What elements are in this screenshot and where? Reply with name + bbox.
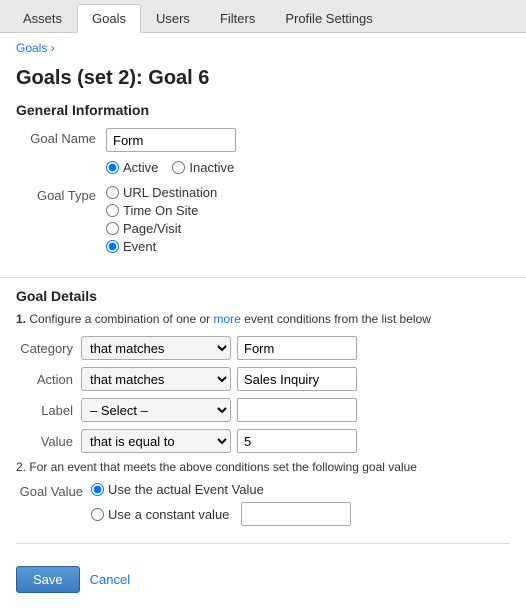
inactive-option[interactable]: Inactive bbox=[172, 160, 234, 175]
page-title: Goals (set 2): Goal 6 bbox=[0, 63, 526, 102]
action-value-input[interactable] bbox=[237, 367, 357, 391]
general-info-section: General Information Goal Name Active Ina… bbox=[0, 102, 526, 278]
goal-type-url-label: URL Destination bbox=[123, 185, 217, 200]
goal-name-label: Goal Name bbox=[16, 128, 106, 146]
goal-name-row: Goal Name bbox=[16, 128, 510, 152]
category-select[interactable]: that matches that does not match contain… bbox=[81, 336, 231, 360]
label-value-input[interactable] bbox=[237, 398, 357, 422]
tab-users[interactable]: Users bbox=[141, 4, 205, 33]
value-row: Value that is equal to that is greater t… bbox=[16, 429, 510, 453]
save-button[interactable]: Save bbox=[16, 566, 80, 593]
label-select[interactable]: – Select – that matches that does not ma… bbox=[81, 398, 231, 422]
goal-type-row: Goal Type URL Destination Time On Site P… bbox=[16, 185, 510, 257]
goal-details-title: Goal Details bbox=[16, 288, 510, 304]
inactive-label: Inactive bbox=[189, 160, 234, 175]
active-option[interactable]: Active bbox=[106, 160, 158, 175]
goal-value-label: Goal Value bbox=[16, 482, 91, 499]
button-row: Save Cancel bbox=[0, 554, 526, 605]
instruction-1: 1. Configure a combination of one or mor… bbox=[16, 312, 510, 326]
action-row: Action that matches that does not match … bbox=[16, 367, 510, 391]
divider bbox=[16, 543, 510, 544]
value-value-input[interactable] bbox=[237, 429, 357, 453]
use-event-value-option: Use the actual Event Value bbox=[91, 482, 510, 497]
tab-filters[interactable]: Filters bbox=[205, 4, 270, 33]
goal-type-event-label: Event bbox=[123, 239, 156, 254]
goal-type-event-radio[interactable] bbox=[106, 240, 119, 253]
use-constant-value-text: Use a constant value bbox=[108, 507, 229, 522]
use-event-value-text: Use the actual Event Value bbox=[108, 482, 264, 497]
action-select[interactable]: that matches that does not match contain… bbox=[81, 367, 231, 391]
label-row: Label – Select – that matches that does … bbox=[16, 398, 510, 422]
use-constant-value-option: Use a constant value bbox=[91, 502, 510, 526]
category-value-input[interactable] bbox=[237, 336, 357, 360]
use-event-value-label[interactable]: Use the actual Event Value bbox=[91, 482, 264, 497]
goal-type-page-radio[interactable] bbox=[106, 222, 119, 235]
constant-value-input[interactable] bbox=[241, 502, 351, 526]
goal-type-url-radio[interactable] bbox=[106, 186, 119, 199]
status-controls: Active Inactive bbox=[106, 160, 510, 175]
goal-type-time-radio[interactable] bbox=[106, 204, 119, 217]
goal-details-section: Goal Details 1. Configure a combination … bbox=[0, 288, 526, 543]
action-label: Action bbox=[16, 372, 81, 387]
active-radio[interactable] bbox=[106, 161, 119, 174]
tab-profile-settings[interactable]: Profile Settings bbox=[270, 4, 387, 33]
instruction-1-num: 1. bbox=[16, 312, 26, 326]
goal-type-time[interactable]: Time On Site bbox=[106, 203, 510, 218]
value-select[interactable]: that is equal to that is greater than th… bbox=[81, 429, 231, 453]
goal-name-input[interactable] bbox=[106, 128, 236, 152]
use-constant-value-label[interactable]: Use a constant value bbox=[91, 507, 229, 522]
goal-type-event[interactable]: Event bbox=[106, 239, 510, 254]
goal-type-label: Goal Type bbox=[16, 185, 106, 203]
general-info-title: General Information bbox=[16, 102, 510, 118]
instruction-1-more: more bbox=[213, 312, 240, 326]
nav-tabs: Assets Goals Users Filters Profile Setti… bbox=[0, 0, 526, 33]
value-label: Value bbox=[16, 434, 81, 449]
inactive-radio[interactable] bbox=[172, 161, 185, 174]
use-event-value-radio[interactable] bbox=[91, 483, 104, 496]
tab-goals[interactable]: Goals bbox=[77, 4, 141, 33]
label-label: Label bbox=[16, 403, 81, 418]
status-row: Active Inactive bbox=[16, 160, 510, 177]
category-row: Category that matches that does not matc… bbox=[16, 336, 510, 360]
goal-type-page[interactable]: Page/Visit bbox=[106, 221, 510, 236]
goal-name-controls bbox=[106, 128, 510, 152]
breadcrumb-link[interactable]: Goals bbox=[16, 41, 47, 55]
cancel-button[interactable]: Cancel bbox=[90, 567, 130, 592]
tab-assets[interactable]: Assets bbox=[8, 4, 77, 33]
goal-value-row: Goal Value Use the actual Event Value Us… bbox=[16, 482, 510, 531]
category-label: Category bbox=[16, 341, 81, 356]
goal-value-options: Use the actual Event Value Use a constan… bbox=[91, 482, 510, 531]
instruction-2: 2. For an event that meets the above con… bbox=[16, 460, 510, 474]
breadcrumb: Goals › bbox=[0, 33, 526, 63]
goal-type-page-label: Page/Visit bbox=[123, 221, 181, 236]
goal-type-url[interactable]: URL Destination bbox=[106, 185, 510, 200]
goal-type-controls: URL Destination Time On Site Page/Visit … bbox=[106, 185, 510, 257]
use-constant-value-radio[interactable] bbox=[91, 508, 104, 521]
status-label bbox=[16, 160, 106, 163]
active-label: Active bbox=[123, 160, 158, 175]
instruction-2-num: 2. bbox=[16, 460, 26, 474]
goal-type-time-label: Time On Site bbox=[123, 203, 198, 218]
